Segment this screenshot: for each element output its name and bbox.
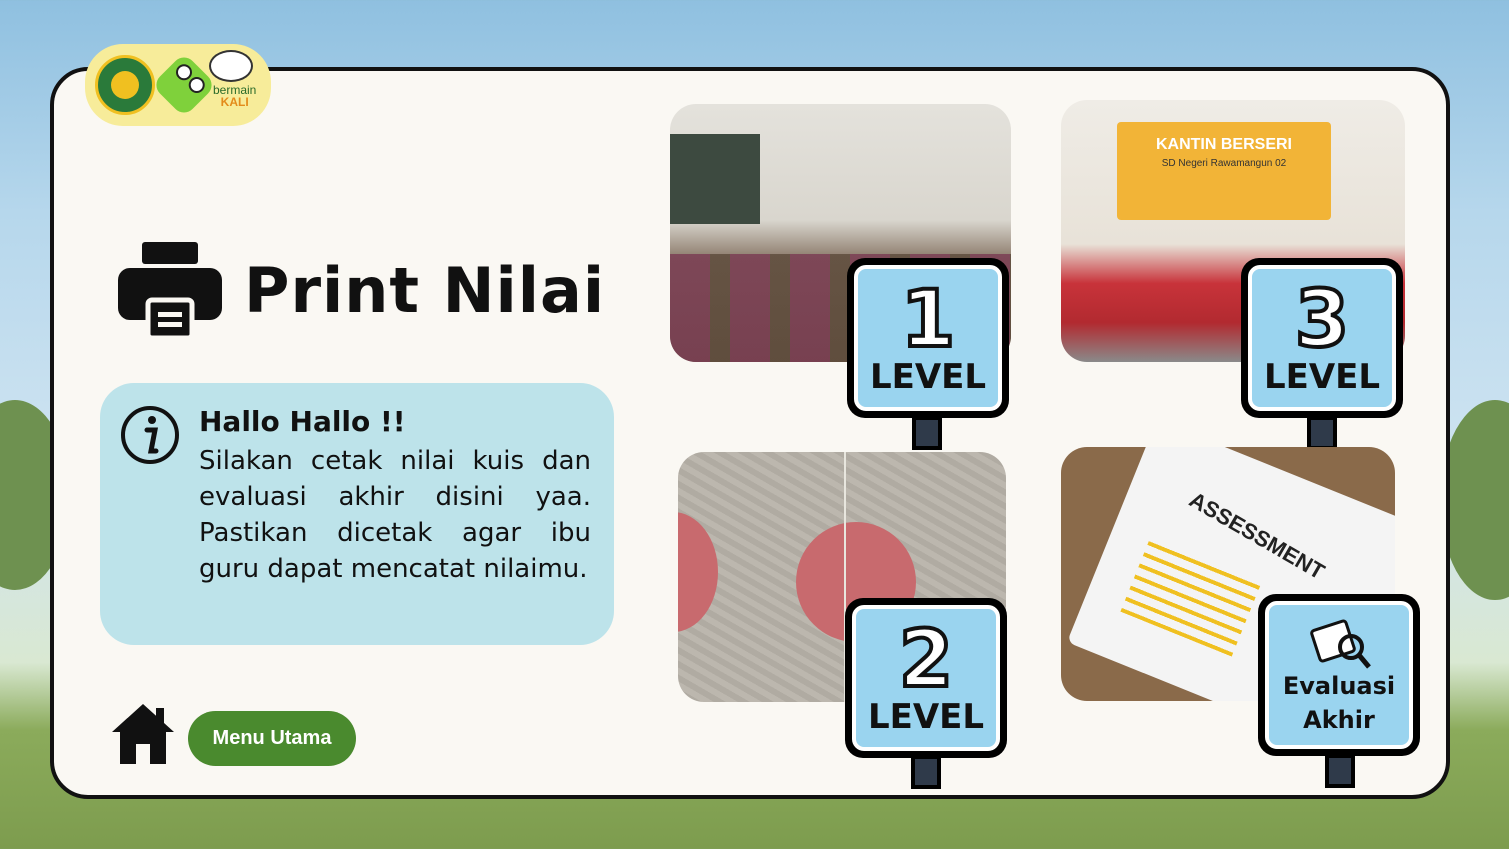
- evaluasi-akhir-sign[interactable]: Evaluasi Akhir: [1258, 594, 1420, 756]
- level-1-label: LEVEL: [869, 357, 987, 397]
- brand-name: bermain KALI: [213, 84, 256, 108]
- level-3-sign[interactable]: 3 LEVEL: [1241, 258, 1403, 418]
- school-seal-logo: [95, 55, 155, 115]
- evaluasi-akhir-post: [1325, 754, 1355, 788]
- level-2-label: LEVEL: [867, 697, 985, 737]
- level-2-post: [911, 755, 941, 789]
- info-heading: Hallo Hallo !!: [199, 405, 406, 438]
- mascot-logo: [151, 52, 217, 118]
- printer-icon: [118, 242, 222, 338]
- page-header: Print Nilai: [118, 242, 605, 338]
- background-tree-right: [1440, 400, 1509, 600]
- thought-bubble-icon: [209, 50, 253, 82]
- evaluasi-line1: Evaluasi: [1282, 672, 1396, 700]
- info-box: Hallo Hallo !! Silakan cetak nilai kuis …: [100, 383, 614, 645]
- level-3-label: LEVEL: [1263, 357, 1381, 397]
- home-icon[interactable]: [110, 702, 176, 766]
- page-title: Print Nilai: [244, 253, 606, 327]
- info-message: Silakan cetak nilai kuis dan evaluasi ak…: [199, 446, 591, 584]
- level-1-sign[interactable]: 1 LEVEL: [847, 258, 1009, 418]
- canteen-banner-title: KANTIN BERSERI: [1155, 136, 1292, 153]
- brand-line2: KALI: [220, 95, 249, 109]
- level-3-post: [1307, 416, 1337, 450]
- evaluasi-line2: Akhir: [1303, 706, 1375, 734]
- clipboard-search-icon: [1310, 619, 1371, 669]
- level-1-post: [912, 416, 942, 450]
- level-1-number: 1: [899, 275, 957, 365]
- info-icon: [121, 406, 179, 464]
- canteen-banner-subtitle: SD Negeri Rawamangun 02: [1161, 158, 1287, 169]
- menu-utama-button[interactable]: Menu Utama: [188, 711, 356, 766]
- level-2-sign[interactable]: 2 LEVEL: [845, 598, 1007, 758]
- level-3-number: 3: [1293, 275, 1351, 365]
- logo-badge: bermain KALI: [85, 44, 271, 126]
- level-2-number: 2: [897, 615, 955, 705]
